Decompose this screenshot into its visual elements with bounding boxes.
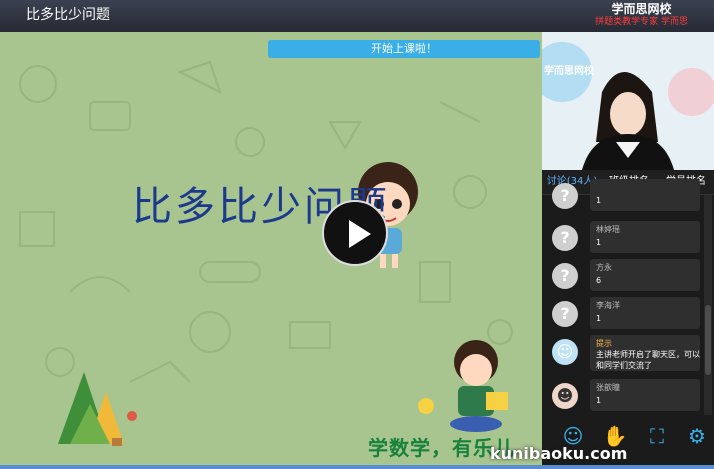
chat-bubble: 张歆瞳 1 [590,379,700,411]
chat-bubble: 李海洋 1 [590,297,700,329]
teacher-video [542,32,714,170]
settings-icon[interactable]: ⚙ [684,423,710,449]
scrollbar-thumb[interactable] [705,305,711,375]
chat-user: 李海洋 [596,301,620,310]
chat-message: ? 李海洋 1 [542,297,702,333]
brand-name: 学而思网校 [611,2,672,16]
chat-text: 1 [596,238,602,247]
teacher-camera: 学而思网校 [542,32,714,170]
play-button[interactable] [322,200,388,266]
chat-bubble: 1 [590,179,700,211]
bottom-strip [0,465,714,469]
chat-list[interactable]: ? 1 ? 林婷瑶 1 ? 方永 6 ? 李海洋 1 ☺ 提示 主讲老师开启了聊… [542,179,714,415]
chat-user: 提示 [596,339,612,348]
side-panel: 学而思网校 讨论(34人) 班级排名 学员排名 ? 1 ? 林婷瑶 1 ? 方永 [542,32,714,465]
avatar: ☻ [552,383,578,409]
chat-text: 1 [596,196,602,205]
chat-text: 1 [596,396,602,405]
robot-avatar-icon: ☺ [552,339,578,365]
class-start-notice: 开始上课啦！ [268,40,540,58]
brand-slogan: 拼题类教学专家 学而思 [595,17,688,27]
chat-user: 张歆瞳 [596,383,620,392]
chat-message: ? 1 [542,179,702,215]
chat-message: ? 林婷瑶 1 [542,221,702,257]
reading-girl-illustration [418,340,508,432]
video-stage[interactable]: 开始上课啦！ 比多比少问题 学数学，有乐儿 [0,32,542,465]
lesson-title-header: 比多比少问题 [26,7,110,23]
chat-bubble: 提示 主讲老师开启了聊天区，可以和同学们交流了 [590,335,700,371]
chat-text: 1 [596,314,602,323]
chat-text: 主讲老师开启了聊天区，可以和同学们交流了 [596,350,700,370]
chat-scrollbar[interactable] [704,195,712,415]
tree-illustration [58,372,137,446]
chat-user: 林婷瑶 [596,225,620,234]
avatar: ? [552,263,578,289]
brand-logo: 学而思网校 拼题类教学专家 学而思 [595,2,688,28]
chat-user: 方永 [596,263,612,272]
top-bar: 比多比少问题 学而思网校 拼题类教学专家 学而思 [0,0,714,32]
avatar: ? [552,301,578,327]
avatar: ? [552,225,578,251]
chat-message: ☻ 张歆瞳 1 [542,379,702,415]
system-tip-message: ☺ 提示 主讲老师开启了聊天区，可以和同学们交流了 [542,335,702,371]
chat-bubble: 林婷瑶 1 [590,221,700,253]
camera-backdrop-logo: 学而思网校 [544,66,594,77]
chat-bubble: 方永 6 [590,259,700,291]
chat-message: ? 方永 6 [542,259,702,295]
fullscreen-icon[interactable]: ⛶ [644,423,670,449]
avatar: ? [552,183,578,209]
doodle-background [19,60,513,446]
chat-text: 6 [596,276,602,285]
watermark: kunibaoku.com [490,444,628,463]
